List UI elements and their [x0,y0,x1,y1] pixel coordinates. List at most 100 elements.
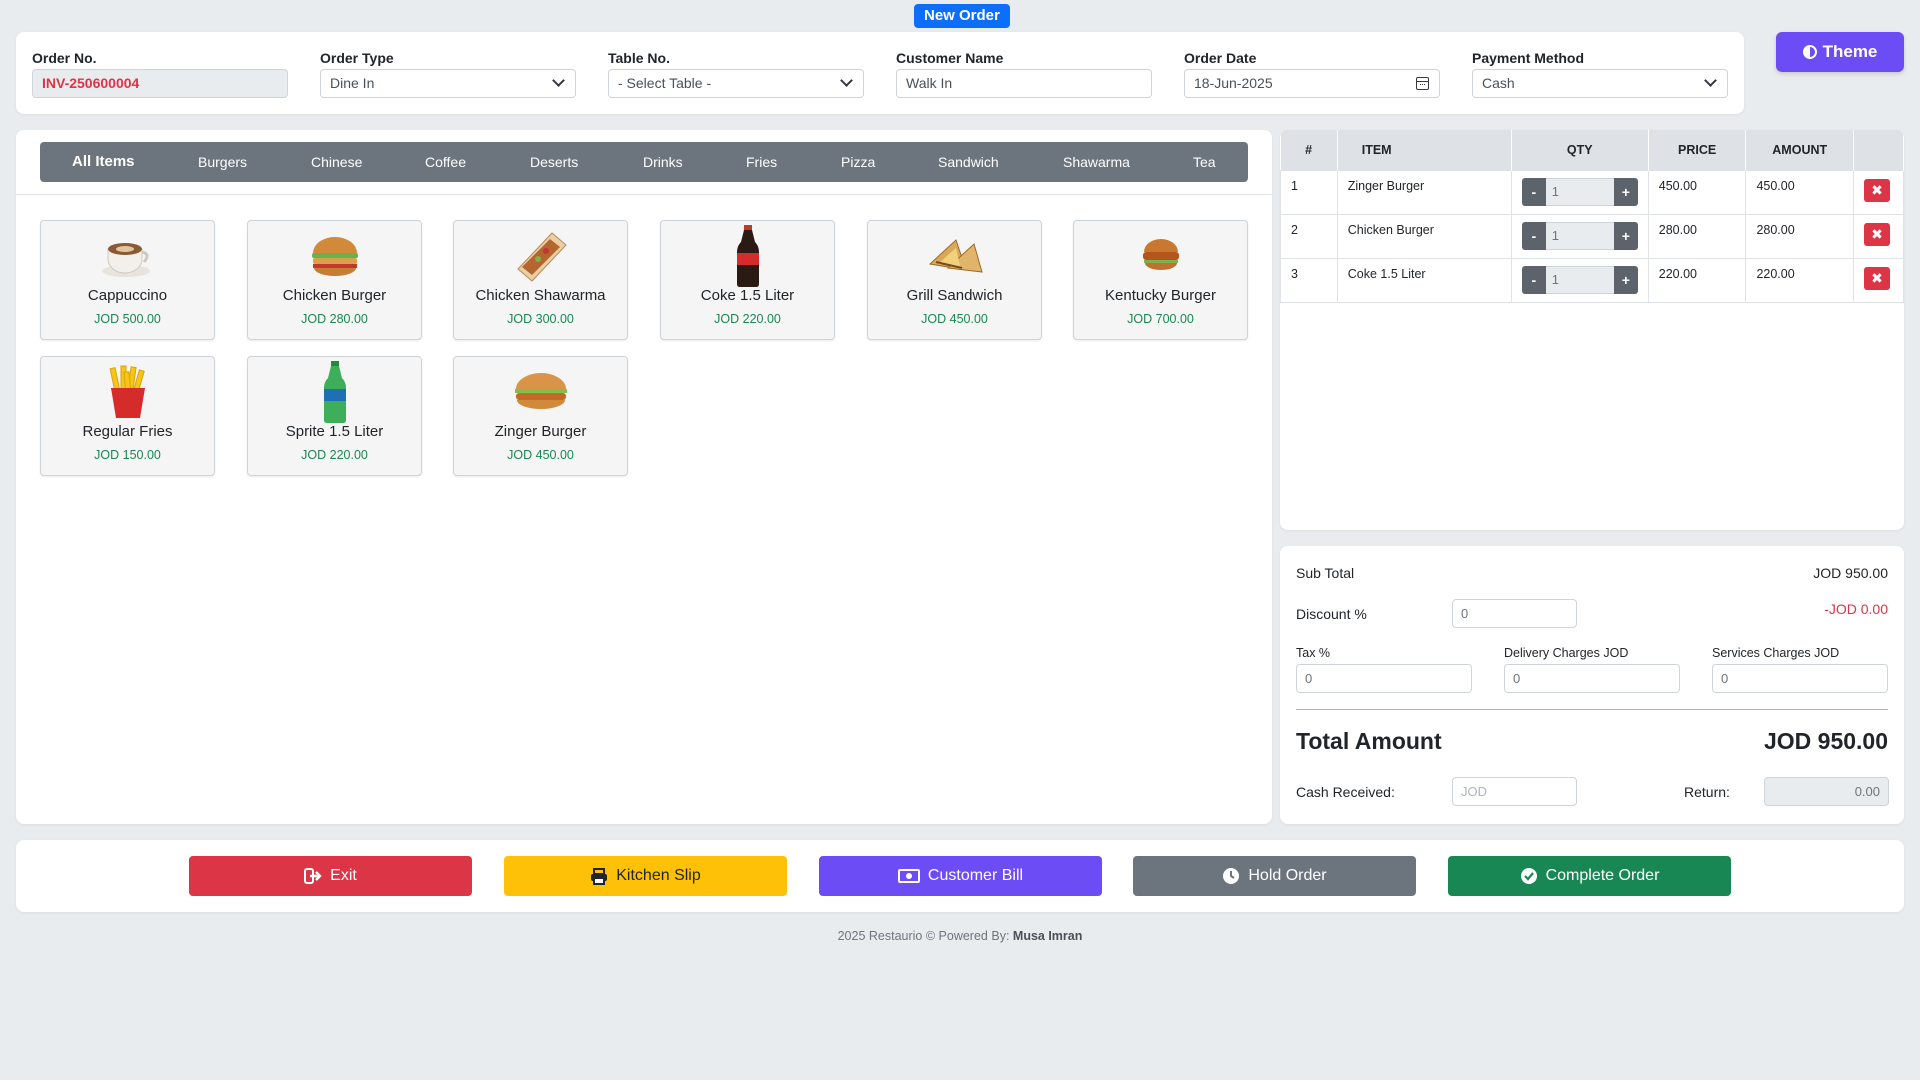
tab-fries[interactable]: Fries [746,142,777,182]
fries-icon [41,357,214,419]
customer-name-label: Customer Name [896,50,1004,66]
printer-icon [591,867,608,885]
calendar-icon[interactable] [1416,77,1429,90]
order-no-field: Order No. INV-250600004 [32,50,288,98]
item-name: Coke 1.5 Liter [700,287,795,304]
customer-bill-label: Customer Bill [927,867,1024,884]
kitchen-slip-button[interactable]: Kitchen Slip [504,856,787,896]
order-type-select[interactable]: Dine In [320,69,576,98]
kitchen-slip-label: Kitchen Slip [616,867,701,884]
exit-icon [304,868,322,884]
theme-label: Theme [1822,42,1878,61]
increase-button[interactable]: + [1613,221,1638,250]
hold-order-button[interactable]: Hold Order [1133,856,1416,896]
increase-button[interactable]: + [1613,177,1638,206]
quantity-input[interactable]: 1 [1545,177,1614,206]
cola-bottle-icon [661,221,834,287]
remove-item-button[interactable]: ✖ [1864,266,1890,290]
menu-item-regular-fries[interactable]: Regular Fries JOD 150.00 [40,356,215,476]
services-charges-input[interactable]: 0 [1712,664,1888,693]
menu-item-cappuccino[interactable]: Cappuccino JOD 500.00 [40,220,215,340]
wrap-icon [454,221,627,283]
row-amount: 280.00 [1745,213,1854,259]
row-num: 3 [1280,257,1338,303]
tab-drinks[interactable]: Drinks [643,142,683,182]
chevron-down-icon [552,74,565,87]
order-type-value: Dine In [330,75,375,91]
row-item: Chicken Burger [1336,213,1512,259]
tab-burgers[interactable]: Burgers [198,142,247,182]
menu-item-kentucky-burger[interactable]: Kentucky Burger JOD 700.00 [1073,220,1248,340]
col-qty: QTY [1511,130,1649,170]
category-tabs: All Items Burgers Chinese Coffee Deserts… [40,142,1248,182]
decrease-button[interactable]: - [1521,265,1546,294]
menu-item-zinger-burger[interactable]: Zinger Burger JOD 450.00 [453,356,628,476]
cash-received-input[interactable]: JOD [1452,777,1577,806]
menu-item-coke[interactable]: Coke 1.5 Liter JOD 220.00 [660,220,835,340]
total-amount-label: Total Amount [1296,728,1442,754]
col-action [1853,130,1904,170]
customer-bill-button[interactable]: Customer Bill [819,856,1102,896]
row-amount: 220.00 [1745,257,1854,303]
tab-shawarma[interactable]: Shawarma [1063,142,1130,182]
row-qty: -1 + [1510,257,1649,303]
row-num: 2 [1280,213,1338,259]
tab-pizza[interactable]: Pizza [841,142,875,182]
discount-input[interactable]: 0 [1452,599,1577,628]
decrease-button[interactable]: - [1521,177,1546,206]
order-no-input: INV-250600004 [32,69,288,98]
menu-item-sprite[interactable]: Sprite 1.5 Liter JOD 220.00 [247,356,422,476]
totals-panel: Sub Total JOD 950.00 Discount % 0 -JOD 0… [1280,546,1904,824]
discount-value: -JOD 0.00 [1824,601,1888,617]
order-items-panel: # ITEM QTY PRICE AMOUNT 1 Zinger Burger … [1280,130,1904,530]
tab-sandwich[interactable]: Sandwich [938,142,999,182]
remove-item-button[interactable]: ✖ [1864,222,1890,246]
increase-button[interactable]: + [1613,265,1638,294]
quantity-input[interactable]: 1 [1545,265,1614,294]
col-num: # [1280,130,1338,170]
divider [1296,709,1888,710]
total-amount-value: JOD 950.00 [1763,728,1888,754]
payment-method-label: Payment Method [1472,50,1585,66]
menu-item-chicken-burger[interactable]: Chicken Burger JOD 280.00 [247,220,422,340]
quantity-stepper: -1 + [1521,221,1638,250]
tab-tea[interactable]: Tea [1193,142,1216,182]
exit-button[interactable]: Exit [189,856,472,896]
row-action: ✖ [1853,169,1904,215]
quantity-stepper: -1 + [1521,177,1638,206]
table-no-select[interactable]: - Select Table - [608,69,864,98]
theme-button[interactable]: Theme [1776,32,1904,72]
table-no-field: Table No. - Select Table - [608,50,864,98]
tab-chinese[interactable]: Chinese [311,142,362,182]
quantity-input[interactable]: 1 [1545,221,1614,250]
soda-bottle-icon [248,357,421,423]
complete-order-button[interactable]: Complete Order [1448,856,1731,896]
remove-item-button[interactable]: ✖ [1864,178,1890,202]
customer-name-input[interactable]: Walk In [896,69,1152,98]
footer: 2025 Restaurio © Powered By: Musa Imran [0,929,1920,943]
order-type-label: Order Type [320,50,394,66]
item-name: Cappuccino [87,287,168,304]
payment-method-select[interactable]: Cash [1472,69,1728,98]
row-item: Zinger Burger [1336,169,1512,215]
menu-panel: All Items Burgers Chinese Coffee Deserts… [16,130,1272,824]
tab-deserts[interactable]: Deserts [530,142,578,182]
tab-all-items[interactable]: All Items [72,142,135,182]
new-order-badge: New Order [914,4,1010,28]
order-date-input[interactable]: 18-Jun-2025 [1184,69,1440,98]
menu-item-grill-sandwich[interactable]: Grill Sandwich JOD 450.00 [867,220,1042,340]
decrease-button[interactable]: - [1521,221,1546,250]
exit-label: Exit [330,867,357,884]
customer-name-field: Customer Name Walk In [896,50,1152,98]
table-row: 1 Zinger Burger -1 + 450.00 450.00 ✖ [1280,169,1904,215]
menu-item-chicken-shawarma[interactable]: Chicken Shawarma JOD 300.00 [453,220,628,340]
order-date-value: 18-Jun-2025 [1194,75,1273,91]
row-item: Coke 1.5 Liter [1336,257,1512,303]
delivery-charges-input[interactable]: 0 [1504,664,1680,693]
tax-input[interactable]: 0 [1296,664,1472,693]
tax-label: Tax % [1296,646,1331,660]
tab-coffee[interactable]: Coffee [425,142,466,182]
quantity-stepper: -1 + [1521,265,1638,294]
clock-icon [1223,868,1240,884]
row-qty: -1 + [1510,169,1649,215]
